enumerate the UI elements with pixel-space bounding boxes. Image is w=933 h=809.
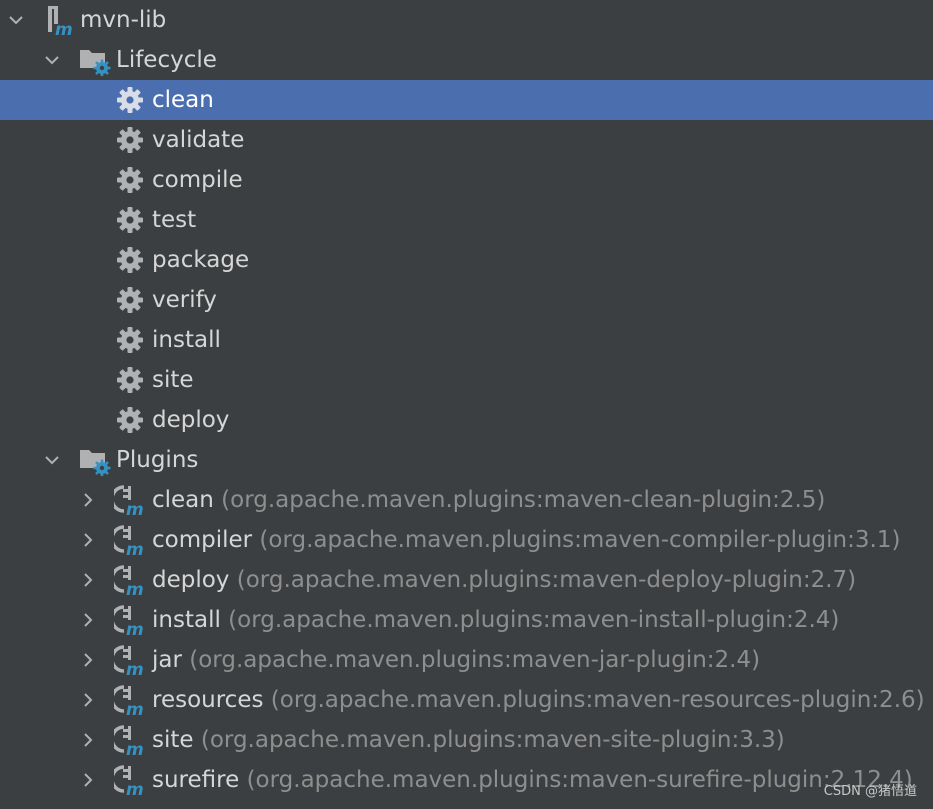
svg-text:m: m: [126, 740, 144, 756]
folder-gear-icon: [78, 44, 111, 77]
chevron-right-icon[interactable]: [78, 760, 98, 800]
plugin-label: deploy (org.apache.maven.plugins:maven-d…: [152, 560, 856, 600]
lifecycle-label: Lifecycle: [116, 47, 217, 73]
plugin-label: jar (org.apache.maven.plugins:maven-jar-…: [152, 640, 760, 680]
lifecycle-goal-install[interactable]: install: [0, 320, 933, 360]
goal-label: package: [152, 247, 250, 273]
gear-icon: [116, 166, 148, 198]
lifecycle-goal-validate[interactable]: validate: [0, 120, 933, 160]
tree-row-lifecycle[interactable]: Lifecycle: [0, 40, 933, 80]
plugin-coordinates: (org.apache.maven.plugins:maven-resource…: [270, 687, 925, 713]
maven-plugin-icon: m: [110, 644, 146, 680]
plugin-coordinates: (org.apache.maven.plugins:maven-site-plu…: [200, 727, 785, 753]
plugin-label: install (org.apache.maven.plugins:maven-…: [152, 600, 839, 640]
gear-icon: [116, 366, 148, 398]
gear-icon: [116, 326, 148, 358]
lifecycle-goal-clean[interactable]: clean: [0, 80, 933, 120]
tree-row-project[interactable]: m mvn-lib: [0, 0, 933, 40]
watermark: CSDN @猪悟道: [823, 784, 917, 799]
chevron-right-icon[interactable]: [78, 520, 98, 560]
maven-plugin-icon: m: [110, 684, 146, 720]
plugin-label: compiler (org.apache.maven.plugins:maven…: [152, 520, 900, 560]
folder-gear-icon: [78, 444, 111, 477]
maven-plugin-icon: m: [110, 764, 146, 800]
plugin-coordinates: (org.apache.maven.plugins:maven-install-…: [228, 607, 840, 633]
gear-icon: [116, 126, 148, 158]
svg-text:m: m: [126, 540, 144, 556]
plugin-name: jar: [152, 647, 182, 673]
goal-label: install: [152, 327, 221, 353]
gear-icon: [116, 406, 148, 438]
goal-label: compile: [152, 167, 243, 193]
svg-text:m: m: [126, 700, 144, 716]
plugin-name: site: [152, 727, 194, 753]
maven-plugin-icon: m: [110, 484, 146, 520]
plugin-coordinates: (org.apache.maven.plugins:maven-jar-plug…: [189, 647, 761, 673]
plugin-item-resources[interactable]: m resources (org.apache.maven.plugins:mav…: [0, 680, 933, 720]
lifecycle-goal-test[interactable]: test: [0, 200, 933, 240]
lifecycle-goal-site[interactable]: site: [0, 360, 933, 400]
goal-label: site: [152, 367, 194, 393]
plugin-label: clean (org.apache.maven.plugins:maven-cl…: [152, 480, 825, 520]
chevron-right-icon[interactable]: [78, 720, 98, 760]
lifecycle-goal-deploy[interactable]: deploy: [0, 400, 933, 440]
plugin-name: surefire: [152, 767, 240, 793]
plugin-label: surefire (org.apache.maven.plugins:maven…: [152, 760, 913, 800]
plugins-label: Plugins: [116, 447, 199, 473]
plugin-name: resources: [152, 687, 264, 713]
goal-label: test: [152, 207, 197, 233]
plugin-item-compiler[interactable]: m compiler (org.apache.maven.plugins:mave…: [0, 520, 933, 560]
lifecycle-goal-package[interactable]: package: [0, 240, 933, 280]
svg-text:m: m: [126, 500, 144, 516]
plugin-item-deploy[interactable]: m deploy (org.apache.maven.plugins:maven-…: [0, 560, 933, 600]
gear-icon: [116, 86, 148, 118]
gear-icon: [116, 206, 148, 238]
chevron-right-icon[interactable]: [78, 680, 98, 720]
plugin-name: deploy: [152, 567, 230, 593]
plugin-coordinates: (org.apache.maven.plugins:maven-surefire…: [246, 767, 913, 793]
lifecycle-goal-verify[interactable]: verify: [0, 280, 933, 320]
svg-text:m: m: [126, 660, 144, 676]
plugin-item-install[interactable]: m install (org.apache.maven.plugins:maven…: [0, 600, 933, 640]
svg-text:m: m: [126, 620, 144, 636]
maven-plugin-icon: m: [110, 724, 146, 760]
tree-row-plugins[interactable]: Plugins: [0, 440, 933, 480]
maven-module-icon: m: [44, 4, 76, 40]
plugin-label: site (org.apache.maven.plugins:maven-sit…: [152, 720, 785, 760]
maven-plugin-icon: m: [110, 564, 146, 600]
svg-text:m: m: [126, 780, 144, 796]
gear-icon: [116, 286, 148, 318]
maven-plugin-icon: m: [110, 524, 146, 560]
chevron-right-icon[interactable]: [78, 640, 98, 680]
lifecycle-goal-compile[interactable]: compile: [0, 160, 933, 200]
maven-tree: m mvn-lib Lifecycle clean validate compi…: [0, 0, 933, 800]
chevron-right-icon[interactable]: [78, 560, 98, 600]
chevron-down-icon[interactable]: [42, 440, 62, 480]
project-name: mvn-lib: [80, 7, 167, 33]
plugin-item-site[interactable]: m site (org.apache.maven.plugins:maven-si…: [0, 720, 933, 760]
goal-label: deploy: [152, 407, 230, 433]
plugin-label: resources (org.apache.maven.plugins:mave…: [152, 680, 925, 720]
plugin-name: compiler: [152, 527, 253, 553]
chevron-right-icon[interactable]: [78, 480, 98, 520]
plugin-item-clean[interactable]: m clean (org.apache.maven.plugins:maven-c…: [0, 480, 933, 520]
plugin-item-surefire[interactable]: m surefire (org.apache.maven.plugins:mave…: [0, 760, 933, 800]
plugin-name: install: [152, 607, 221, 633]
chevron-right-icon[interactable]: [78, 600, 98, 640]
plugin-coordinates: (org.apache.maven.plugins:maven-clean-pl…: [221, 487, 826, 513]
svg-text:m: m: [126, 580, 144, 596]
maven-plugin-icon: m: [110, 604, 146, 640]
chevron-down-icon[interactable]: [42, 40, 62, 80]
plugin-coordinates: (org.apache.maven.plugins:maven-deploy-p…: [236, 567, 857, 593]
plugin-coordinates: (org.apache.maven.plugins:maven-compiler…: [259, 527, 901, 553]
gear-icon: [116, 246, 148, 278]
chevron-down-icon[interactable]: [6, 0, 26, 40]
goal-label: validate: [152, 127, 245, 153]
svg-text:m: m: [55, 20, 73, 36]
plugin-name: clean: [152, 487, 214, 513]
plugin-item-jar[interactable]: m jar (org.apache.maven.plugins:maven-jar…: [0, 640, 933, 680]
goal-label: verify: [152, 287, 217, 313]
goal-label: clean: [152, 87, 214, 113]
